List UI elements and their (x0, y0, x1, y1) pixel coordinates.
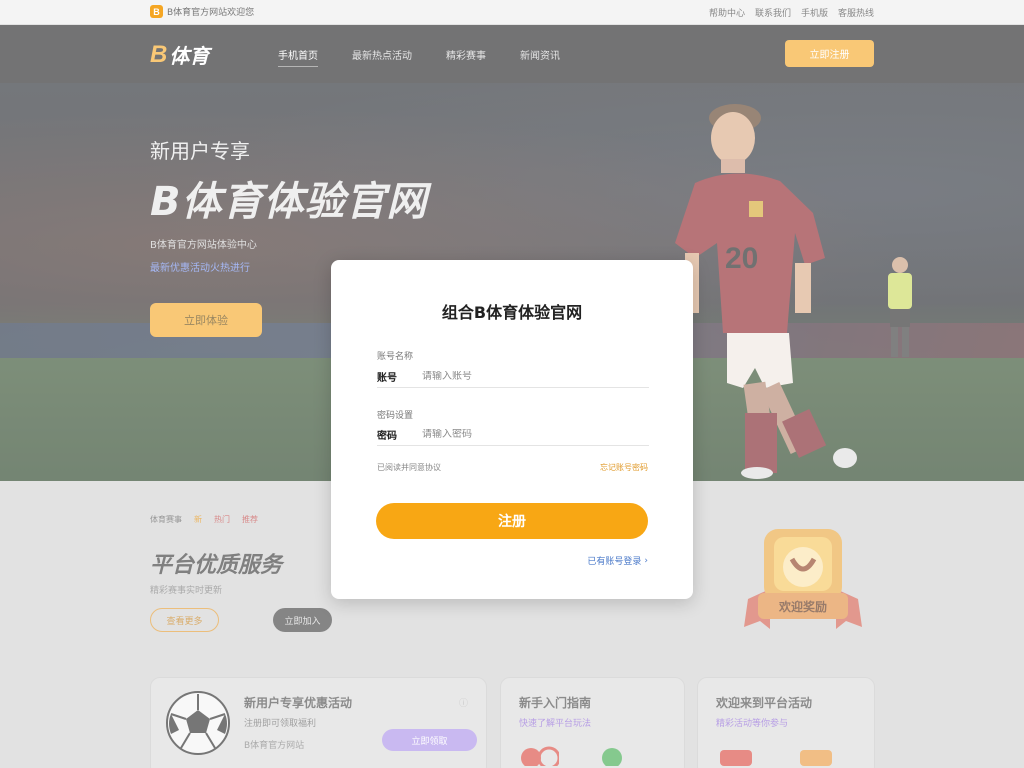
top-utility-bar: B B体育官方网站欢迎您 帮助中心 联系我们 手机版 客服热线 (0, 0, 1024, 25)
chevron-right-icon: › (644, 555, 648, 566)
topbar-welcome-text: B体育官方网站欢迎您 (167, 8, 255, 18)
password-field-prefix: 密码 (377, 431, 397, 442)
password-field: 密码 (377, 424, 649, 446)
modal-title: 组合B体育体验官网 (441, 303, 583, 322)
forgot-password-link[interactable]: 忘记账号密码 (600, 462, 648, 473)
topbar-logo-icon: B (150, 5, 163, 18)
account-field-label: 账号名称 (377, 352, 414, 362)
topbar-link-contact[interactable]: 联系我们 (755, 6, 791, 19)
register-button[interactable]: 注册 (376, 503, 648, 539)
login-link-label: 已有账号登录 (587, 557, 642, 567)
topbar-link-mobile[interactable]: 手机版 (801, 6, 828, 19)
password-input[interactable] (422, 429, 622, 440)
login-link[interactable]: 已有账号登录 › (587, 554, 648, 568)
agreement-note[interactable]: 已阅读并同意协议 (377, 462, 441, 473)
password-field-label: 密码设置 (377, 411, 414, 421)
topbar-links: 帮助中心 联系我们 手机版 客服热线 (709, 6, 874, 19)
register-modal: 组合B体育体验官网 账号名称 账号 密码设置 密码 已阅读并同意协议 忘记账号密… (331, 260, 693, 599)
account-field: 账号 (377, 366, 649, 388)
topbar-left: B B体育官方网站欢迎您 (150, 5, 254, 18)
account-field-prefix: 账号 (377, 373, 397, 384)
topbar-link-hotline[interactable]: 客服热线 (838, 6, 874, 19)
account-input[interactable] (422, 371, 622, 382)
topbar-link-help[interactable]: 帮助中心 (709, 6, 745, 19)
